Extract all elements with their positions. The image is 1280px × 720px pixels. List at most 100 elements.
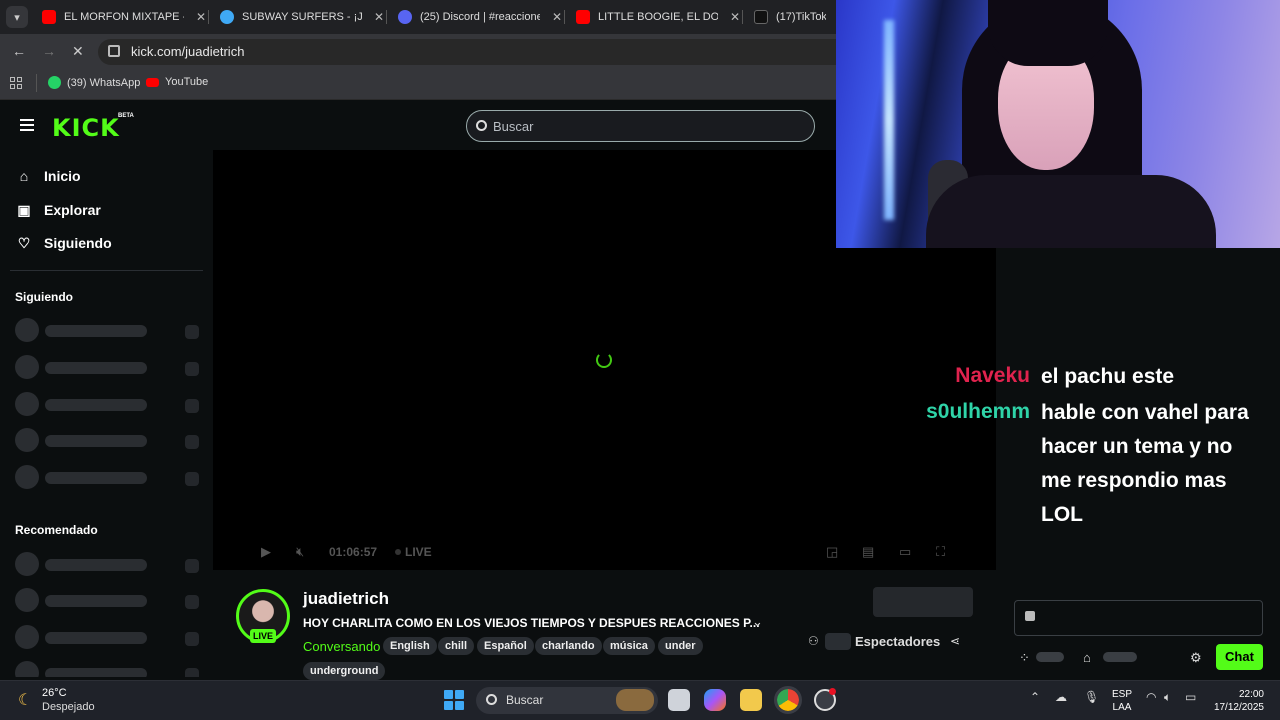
chat-message: LOL: [1041, 503, 1083, 526]
live-badge: LIVE: [250, 629, 276, 643]
youtube-icon: [146, 77, 159, 87]
player-live-label[interactable]: LIVE: [405, 545, 432, 559]
clip-icon[interactable]: ▤: [862, 544, 874, 560]
bookmark-whatsapp[interactable]: (39) WhatsApp: [48, 76, 140, 89]
chat-username-text[interactable]: Naveku: [955, 364, 1030, 387]
stream-title: HOY CHARLITA COMO EN LOS VIEJOS TIEMPOS …: [303, 616, 760, 630]
viewers-icon: ⚇: [808, 634, 819, 648]
chat-message: me respondio mas: [1041, 469, 1227, 492]
chevron-up-icon[interactable]: ⌃: [1030, 690, 1040, 704]
tab-close-icon[interactable]: ✕: [374, 10, 384, 24]
taskbar-search-placeholder: Buscar: [506, 693, 544, 707]
subway-surfers-favicon-icon: [220, 10, 234, 24]
menu-hamburger-icon[interactable]: [20, 119, 34, 131]
language-line-2: LAA: [1112, 702, 1132, 713]
home-icon: ⌂: [19, 168, 29, 184]
weather-temperature[interactable]: 26°C: [42, 687, 67, 699]
stream-tag[interactable]: under: [658, 637, 703, 655]
battery-icon[interactable]: ▭: [1185, 690, 1196, 704]
stream-tag[interactable]: charlando: [535, 637, 602, 655]
miniplayer-icon[interactable]: ◲: [826, 544, 838, 560]
moon-weather-icon[interactable]: ☾: [18, 690, 32, 710]
weather-description[interactable]: Despejado: [42, 701, 95, 713]
channel-name[interactable]: juadietrich: [303, 589, 389, 609]
chrome-icon[interactable]: [774, 686, 802, 714]
stream-tag[interactable]: Español: [477, 637, 534, 655]
wifi-icon[interactable]: ◠: [1146, 690, 1156, 704]
site-info-icon[interactable]: [108, 45, 120, 57]
task-view-icon[interactable]: [668, 689, 690, 711]
apps-grid-icon[interactable]: [10, 77, 22, 89]
sidebar-item-label: Siguiendo: [44, 235, 112, 251]
clock-time: 22:00: [1238, 689, 1264, 700]
stop-loading-icon[interactable]: ✕: [72, 43, 84, 60]
chat-message: el pachu este: [1041, 365, 1175, 388]
viewers-label: Espectadores: [855, 634, 941, 649]
tab-title: SUBWAY SURFERS - ¡Juega: [242, 11, 362, 23]
chat-send-button[interactable]: Chat: [1216, 644, 1263, 670]
microphone-icon[interactable]: 🎙︎: [1084, 690, 1099, 704]
taskbar-clock[interactable]: 22:00 17/12/2025: [1210, 688, 1264, 714]
tab-title: EL MORFON MIXTAPE - Yo: [64, 11, 184, 23]
copilot-icon[interactable]: [704, 689, 726, 711]
browser-tab[interactable]: EL MORFON MIXTAPE - Yo ✕: [32, 4, 216, 30]
gear-icon[interactable]: ⚙: [1190, 650, 1202, 666]
tab-close-icon[interactable]: ✕: [730, 10, 740, 24]
chat-message: hacer un tema y no: [1041, 435, 1233, 458]
viewers-count-skeleton: [825, 633, 851, 650]
stream-category[interactable]: Conversando: [303, 639, 380, 654]
search-icon: [486, 694, 497, 705]
clock-date: 17/12/2025: [1213, 702, 1264, 713]
play-icon[interactable]: ▶: [261, 544, 271, 560]
sidebar-item-explorar[interactable]: ▣ Explorar: [16, 202, 100, 219]
store-icon[interactable]: ⌂: [1083, 650, 1091, 665]
share-icon[interactable]: ⋖: [950, 634, 960, 648]
stream-tag[interactable]: música: [603, 637, 655, 655]
channel-skeleton: [15, 465, 200, 489]
language-indicator[interactable]: ESP LAA: [1112, 688, 1132, 714]
browser-tab[interactable]: (25) Discord | #reacciones ✕: [388, 4, 572, 30]
browser-tab[interactable]: (17)TikTok - Ma: [744, 4, 836, 30]
webcam-overlay: [836, 0, 1280, 248]
file-explorer-icon[interactable]: [740, 689, 762, 711]
fullscreen-icon[interactable]: ⛶: [936, 544, 945, 560]
sidebar-item-siguiendo[interactable]: ♡ Siguiendo: [16, 235, 112, 252]
chat-username[interactable]: s0ulhemm: [900, 400, 1030, 424]
chat-message: hable con vahel para: [1041, 401, 1249, 424]
stream-tag[interactable]: underground: [303, 662, 386, 680]
live-dot-icon: [395, 549, 401, 555]
stream-tag[interactable]: chill: [438, 637, 475, 655]
chat-users-icon[interactable]: ⁘: [1019, 650, 1030, 666]
chat-username-text[interactable]: s0ulhemm: [926, 400, 1030, 423]
discord-favicon-icon: [398, 10, 412, 24]
tab-search-button[interactable]: ▾: [6, 6, 28, 28]
channel-skeleton: [15, 392, 200, 416]
follow-button-skeleton[interactable]: [873, 587, 973, 617]
bookmarks-divider: [36, 74, 37, 92]
chevron-down-icon[interactable]: ⌄: [752, 614, 763, 630]
bookmark-youtube[interactable]: YouTube: [146, 76, 208, 88]
language-line-1: ESP: [1112, 689, 1133, 700]
youtube-favicon-icon: [576, 10, 590, 24]
chat-username[interactable]: Naveku: [920, 364, 1030, 388]
cloud-icon[interactable]: ☁: [1055, 690, 1067, 704]
channel-skeleton: [15, 661, 200, 677]
browser-tab[interactable]: LITTLE BOOGIE, EL DOCTOR ✕: [566, 4, 750, 30]
loading-spinner-icon: [596, 352, 612, 368]
chat-input-locked[interactable]: [1014, 600, 1263, 636]
notification-badge: [829, 688, 836, 695]
volume-icon[interactable]: 🔈︎: [1164, 690, 1171, 705]
stream-tag[interactable]: English: [383, 637, 437, 655]
tab-close-icon[interactable]: ✕: [196, 10, 206, 24]
sidebar-item-inicio[interactable]: ⌂ Inicio: [16, 168, 81, 184]
beta-badge: BETA: [118, 113, 134, 119]
theater-mode-icon[interactable]: ▭: [899, 544, 911, 560]
kick-logo[interactable]: KICK: [52, 114, 120, 142]
tab-close-icon[interactable]: ✕: [552, 10, 562, 24]
browser-tab[interactable]: SUBWAY SURFERS - ¡Juega ✕: [210, 4, 394, 30]
back-arrow-icon[interactable]: ←: [12, 43, 26, 59]
mute-icon[interactable]: 🔇︎: [296, 544, 304, 560]
windows-start-icon[interactable]: [444, 690, 464, 710]
url-text[interactable]: kick.com/juadietrich: [131, 44, 244, 59]
forward-arrow-icon[interactable]: →: [42, 43, 56, 59]
